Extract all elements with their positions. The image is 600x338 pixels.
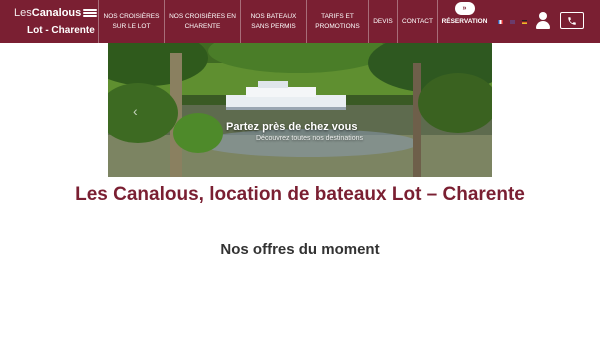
- logo-brand-name: Canalous: [31, 7, 82, 19]
- language-switcher: [498, 0, 527, 43]
- hero-caption: Partez près de chez vous: [226, 121, 358, 133]
- double-chevron-down-icon[interactable]: »: [454, 2, 475, 15]
- chevron-left-icon[interactable]: ‹: [133, 103, 138, 119]
- user-icon[interactable]: [535, 12, 551, 30]
- hero-subcaption: Découvrez toutes nos destinations: [256, 135, 364, 142]
- nav-item-reservation[interactable]: » RÉSERVATION: [437, 0, 491, 43]
- nav-item-contact[interactable]: CONTACT: [397, 0, 437, 43]
- flag-de-icon[interactable]: [522, 19, 527, 24]
- logo-les: Les: [14, 7, 32, 19]
- waves-icon: [83, 9, 98, 17]
- flag-en-icon[interactable]: [510, 19, 515, 24]
- nav-item-croisieres-charente[interactable]: NOS CROISIÈRES EN CHARENTE: [164, 0, 240, 43]
- nav-item-tarifs[interactable]: TARIFS ET PROMOTIONS: [306, 0, 368, 43]
- nav-item-devis[interactable]: DEVIS: [368, 0, 397, 43]
- logo[interactable]: Les Canalous Lot - Charente: [0, 0, 98, 43]
- hero-banner: ‹ Partez près de chez vous Découvrez tou…: [108, 43, 492, 177]
- main-nav: NOS CROISIÈRES SUR LE LOT NOS CROISIÈRES …: [98, 0, 527, 43]
- phone-icon: [568, 16, 576, 25]
- offers-title: Nos offres du moment: [220, 241, 380, 258]
- nav-item-bateaux[interactable]: NOS BATEAUX SANS PERMIS: [240, 0, 306, 43]
- page-title: Les Canalous, location de bateaux Lot – …: [75, 184, 525, 205]
- hero-image: [108, 43, 492, 177]
- reservation-label: RÉSERVATION: [441, 17, 488, 25]
- site-header: Les Canalous Lot - Charente NOS CROISIÈR…: [0, 0, 600, 43]
- flag-fr-icon[interactable]: [498, 19, 503, 24]
- logo-subtitle: Lot - Charente: [27, 25, 95, 36]
- phone-button[interactable]: [560, 12, 584, 29]
- nav-item-croisieres-lot[interactable]: NOS CROISIÈRES SUR LE LOT: [98, 0, 164, 43]
